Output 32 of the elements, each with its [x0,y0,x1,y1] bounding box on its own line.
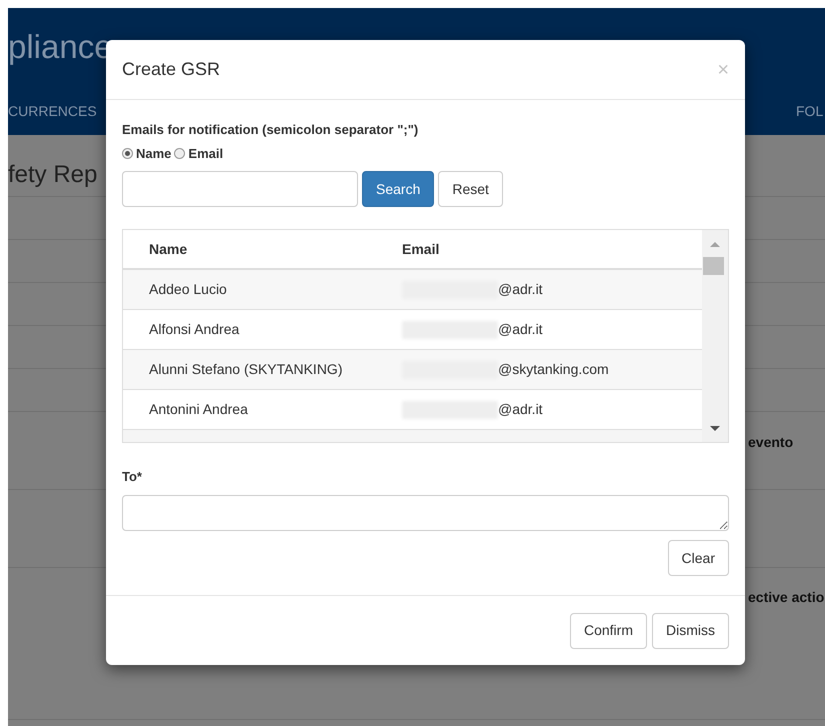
column-label: ective actio [748,589,824,605]
column-header: Name [148,240,188,258]
field-label: Emails for notification (semicolon separator ";") [122,121,420,139]
table-cell-text: @adr.it [498,320,543,339]
column-label: evento [748,434,794,450]
to-field[interactable] [122,494,729,530]
table-cell-text: @adr.it [498,400,543,419]
table-cell-text: Alunni Stefano (SKYTANKING) [148,360,344,379]
radio-button[interactable] [122,148,133,159]
table-cell-text: Addeo Lucio [148,280,228,299]
scrollbar[interactable] [702,230,728,442]
radio-label: Email [188,144,224,162]
table-row[interactable]: Alfonsi Andrea @adr.it [123,310,702,350]
page-heading: fety Rep [8,161,98,188]
dialog-title: Create GSR [122,58,220,81]
reset-button[interactable]: Reset [438,171,503,207]
table-cell-text: @adr.it [498,280,543,299]
nav-link[interactable]: FOL [796,101,824,122]
search-button[interactable]: Search [362,171,434,207]
confirm-button[interactable]: Confirm [570,612,647,648]
field-label: To* [122,468,143,486]
table-row[interactable]: Antonini Andrea @adr.it [123,390,702,430]
nav-link[interactable]: CURRENCES [8,101,97,122]
radio-button[interactable] [174,148,186,159]
radio-label: Name [136,144,172,162]
table-cell-text: Alfonsi Andrea [148,320,240,339]
clear-button[interactable]: Clear [668,540,729,576]
table-cell-text: Antonini Andrea [148,400,249,419]
dismiss-button[interactable]: Dismiss [652,612,729,648]
table-cell-text: @skytanking.com [498,360,609,379]
column-header: Email [402,240,440,258]
search-field[interactable] [122,171,358,207]
